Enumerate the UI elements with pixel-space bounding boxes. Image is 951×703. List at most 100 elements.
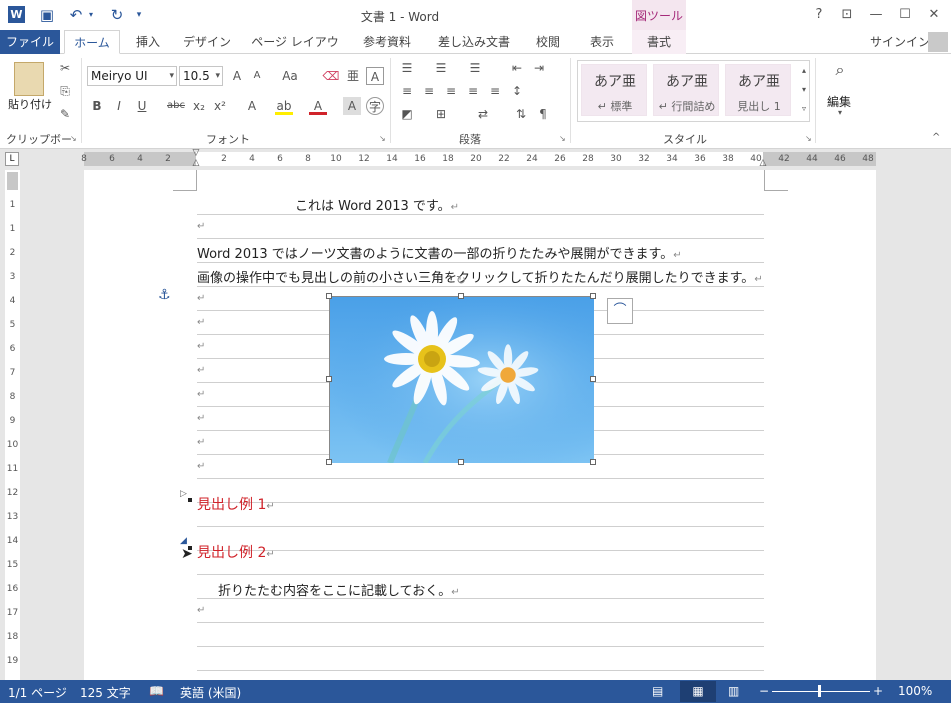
asian-layout-icon[interactable]: ⇄ [474,105,492,123]
heading-2[interactable]: 見出し例 2↵ [197,542,275,562]
style-normal[interactable]: あア亜 ↵ 標準 [581,64,647,116]
bullets-icon[interactable]: ☰ [398,59,416,77]
editing-dropdown-icon[interactable]: ▾ [838,108,842,117]
layout-options-icon[interactable]: ⌒ [607,298,633,324]
resize-handle[interactable] [590,293,596,299]
document-page[interactable]: これは Word 2013 です。↵ ↵ Word 2013 ではノーツ文書のよ… [84,170,876,695]
undo-dropdown-icon[interactable]: ▾ [86,5,96,25]
styles-scroll-up-icon[interactable]: ▴ [795,62,813,80]
proofing-icon[interactable]: 📖 [149,684,164,698]
redo-icon[interactable]: ↻ [107,5,127,25]
align-left-icon[interactable]: ≡ [398,82,416,100]
resize-handle[interactable] [458,459,464,465]
collapse-triangle-icon[interactable]: ◢ [180,536,187,546]
font-size-combo[interactable]: 10.5 ▾ [179,66,223,86]
zoom-in-icon[interactable]: + [873,684,883,698]
tab-references[interactable]: 参考資料 [355,30,419,54]
right-indent-marker[interactable]: △ [758,158,768,168]
line-spacing-icon[interactable]: ↕ [508,82,526,100]
tab-home[interactable]: ホーム [64,30,120,54]
paste-button[interactable]: 貼り付け [8,96,52,112]
align-right-icon[interactable]: ≡ [442,82,460,100]
align-center-icon[interactable]: ≡ [420,82,438,100]
find-icon[interactable]: ⌕ [825,60,855,88]
language-indicator[interactable]: 英語 (米国) [180,684,241,701]
resize-handle[interactable] [590,376,596,382]
page-count[interactable]: 1/1 ページ [8,684,67,701]
resize-handle[interactable] [326,459,332,465]
font-name-combo[interactable]: Meiryo UI ▾ [87,66,177,86]
flower-image[interactable] [329,296,594,465]
character-shading-icon[interactable]: A [343,97,361,115]
clipboard-launcher-icon[interactable]: ↘ [70,134,77,143]
underline-icon[interactable]: U [133,97,151,115]
vertical-ruler[interactable]: 11234567891011121314151617181920 [5,170,20,690]
style-heading-1[interactable]: あア亜 見出し 1 [725,64,791,116]
text-effects-icon[interactable]: A [243,97,261,115]
customize-qat-icon[interactable]: ▾ [132,5,146,25]
cut-icon[interactable]: ✂ [56,59,74,77]
sort-icon[interactable]: ⇅ [512,105,530,123]
font-color-icon[interactable]: A [309,97,327,115]
resize-handle[interactable] [458,293,464,299]
shading-icon[interactable]: ◩ [398,105,416,123]
decrease-indent-icon[interactable]: ⇤ [508,59,526,77]
zoom-out-icon[interactable]: − [759,684,769,698]
maximize-button[interactable]: ☐ [891,4,919,26]
enclose-characters-icon[interactable]: 字 [366,97,384,115]
print-layout-icon[interactable]: ▦ [680,681,716,702]
anchor-icon[interactable]: ⚓ [158,287,171,303]
shrink-font-icon[interactable]: A [248,67,266,85]
heading-1[interactable]: 見出し例 1↵ [197,494,275,514]
document-line[interactable]: 折りたたむ内容をここに記載しておく。↵ [218,580,460,599]
document-line[interactable]: Word 2013 ではノーツ文書のように文書の一部の折りたたみや展開ができます… [197,243,682,262]
first-line-indent-marker[interactable]: ▽ [191,149,201,158]
strikethrough-icon[interactable]: abc [164,97,188,115]
collapse-ribbon-icon[interactable]: ^ [932,132,940,143]
tab-insert[interactable]: 挿入 [124,30,172,54]
minimize-button[interactable]: — [862,4,890,26]
styles-launcher-icon[interactable]: ↘ [805,134,812,143]
ribbon-display-button[interactable]: ⊡ [833,4,861,26]
tab-file[interactable]: ファイル [0,30,60,54]
subscript-icon[interactable]: x₂ [190,97,208,115]
multilevel-list-icon[interactable]: ☰ [466,59,484,77]
expand-triangle-icon[interactable]: ▷ [180,489,187,499]
bold-icon[interactable]: B [88,97,106,115]
borders-icon[interactable]: ⊞ [432,105,450,123]
style-no-spacing[interactable]: あア亜 ↵ 行間詰め [653,64,719,116]
character-border-icon[interactable]: A [366,67,384,85]
horizontal-ruler[interactable]: L 8 6 4 2 2 4 6 8 10 12 14 16 18 20 22 24 26 28 30 32 34 36 38… [0,149,951,169]
resize-handle[interactable] [590,459,596,465]
tab-format[interactable]: 書式 [632,30,686,54]
styles-more-icon[interactable]: ▿ [795,100,813,118]
zoom-slider-thumb[interactable] [818,685,821,697]
zoom-slider[interactable] [772,691,870,692]
resize-handle[interactable] [326,376,332,382]
word-count[interactable]: 125 文字 [80,684,131,701]
undo-icon[interactable]: ↶ [66,5,86,25]
close-button[interactable]: ✕ [920,4,948,26]
justify-icon[interactable]: ≡ [464,82,482,100]
tab-selector-icon[interactable]: L [5,152,19,166]
signin-link[interactable]: サインイン [870,30,930,54]
increase-indent-icon[interactable]: ⇥ [530,59,548,77]
superscript-icon[interactable]: x² [211,97,229,115]
rotate-handle-icon[interactable]: ↻ [455,274,467,286]
tab-review[interactable]: 校閲 [528,30,568,54]
numbering-icon[interactable]: ☰ [432,59,450,77]
distributed-icon[interactable]: ≡ [486,82,504,100]
document-line[interactable]: これは Word 2013 です。↵ [295,195,459,214]
change-case-icon[interactable]: Aa [278,67,302,85]
avatar[interactable] [928,32,948,52]
tab-mailings[interactable]: 差し込み文書 [434,30,514,54]
italic-icon[interactable]: I [110,97,128,115]
tab-design[interactable]: デザイン [180,30,234,54]
tab-view[interactable]: 表示 [580,30,624,54]
word-app-icon[interactable]: W [8,6,25,23]
web-layout-icon[interactable]: ▥ [728,684,739,698]
paste-icon[interactable] [14,62,44,96]
resize-handle[interactable] [326,293,332,299]
font-launcher-icon[interactable]: ↘ [379,134,386,143]
clear-formatting-icon[interactable]: ⌫ [322,67,340,85]
